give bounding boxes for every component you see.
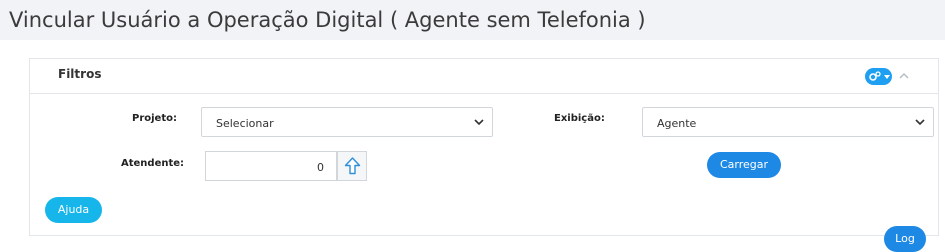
exibicao-label: Exibição:: [554, 113, 605, 124]
page-title: Vincular Usuário a Operação Digital ( Ag…: [9, 8, 646, 32]
log-button[interactable]: Log: [884, 226, 926, 252]
projeto-select[interactable]: Selecionar: [201, 107, 493, 137]
caret-down-icon: [884, 75, 890, 79]
atendente-up-button[interactable]: [337, 151, 367, 181]
ajuda-button[interactable]: Ajuda: [45, 197, 102, 223]
settings-dropdown-button[interactable]: [865, 68, 892, 85]
filters-panel: Filtros Projeto: Selecionar Exibição: Ag…: [29, 58, 939, 252]
atendente-input[interactable]: 0: [205, 151, 337, 181]
panel-title: Filtros: [58, 67, 102, 81]
chevron-up-icon[interactable]: [897, 69, 911, 83]
exibicao-select[interactable]: Agente: [642, 107, 934, 137]
arrow-up-icon: [344, 157, 361, 175]
gears-icon: [869, 71, 881, 81]
projeto-selected-value: Selecionar: [216, 117, 274, 130]
page-header: Vincular Usuário a Operação Digital ( Ag…: [0, 0, 945, 40]
exibicao-selected-value: Agente: [657, 117, 697, 130]
panel-header: Filtros: [30, 59, 938, 94]
carregar-button[interactable]: Carregar: [707, 152, 781, 178]
atendente-value: 0: [317, 161, 324, 174]
projeto-label: Projeto:: [132, 113, 177, 124]
chevron-down-icon: [915, 119, 925, 126]
atendente-label: Atendente:: [121, 158, 185, 169]
chevron-down-icon: [474, 119, 484, 126]
